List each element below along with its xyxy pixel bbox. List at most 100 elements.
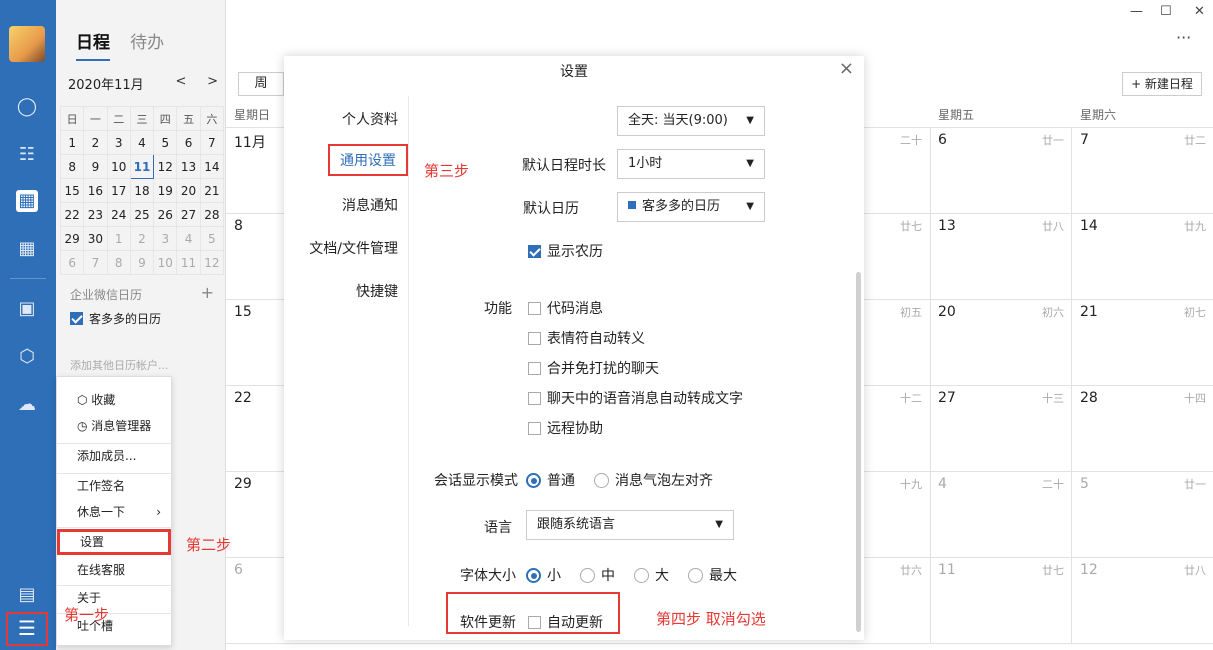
- week-view-button[interactable]: 周: [238, 72, 284, 96]
- menu-item-favorite[interactable]: ⬡ 收藏: [57, 387, 171, 413]
- show-lunar-option[interactable]: 显示农历: [528, 241, 603, 261]
- day-cell[interactable]: 1: [59, 130, 85, 155]
- default-calendar-select[interactable]: 客多多的日历 ▼: [617, 192, 765, 222]
- font-max-option[interactable]: 最大: [688, 565, 737, 585]
- day-cell[interactable]: 17: [106, 178, 131, 203]
- day-cell[interactable]: 6: [176, 130, 201, 155]
- feature-option[interactable]: 表情符自动转义: [528, 328, 645, 348]
- day-cell[interactable]: 28: [199, 202, 225, 227]
- menu-item-rest[interactable]: 休息一下 ›: [57, 499, 171, 525]
- doc-icon[interactable]: ▣: [16, 298, 38, 320]
- contacts-icon[interactable]: ☷: [16, 144, 38, 166]
- minimize-icon[interactable]: —: [1130, 4, 1143, 19]
- radio-button[interactable]: [526, 473, 541, 488]
- day-cell[interactable]: 9: [83, 154, 108, 179]
- day-cell[interactable]: 12: [199, 250, 225, 275]
- day-cell[interactable]: 10: [106, 154, 131, 179]
- add-calendar-icon[interactable]: +: [201, 285, 214, 301]
- avatar[interactable]: [9, 26, 45, 62]
- language-select[interactable]: 跟随系统语言 ▼: [526, 510, 734, 540]
- day-cell[interactable]: 22: [59, 202, 85, 227]
- feature-checkbox[interactable]: [528, 392, 541, 405]
- menu-item-settings[interactable]: 设置: [57, 529, 171, 555]
- cloud-icon[interactable]: ☁: [16, 394, 38, 416]
- day-cell[interactable]: 5: [153, 130, 178, 155]
- apps-icon[interactable]: ▦: [16, 238, 38, 260]
- calendar-icon[interactable]: ▦: [16, 190, 38, 212]
- new-event-button[interactable]: + 新建日程: [1122, 72, 1202, 96]
- feature-option[interactable]: 远程协助: [528, 418, 603, 438]
- menu-item-work-signature[interactable]: 工作签名: [57, 473, 171, 499]
- allday-select[interactable]: 全天: 当天(9:00) ▼: [617, 106, 765, 136]
- day-cell[interactable]: 10: [153, 250, 178, 275]
- menu-icon[interactable]: ☰: [6, 612, 48, 646]
- day-cell[interactable]: 24: [106, 202, 131, 227]
- display-left-option[interactable]: 消息气泡左对齐: [594, 470, 713, 490]
- day-cell[interactable]: 26: [153, 202, 178, 227]
- day-cell[interactable]: 4: [129, 130, 155, 155]
- day-cell[interactable]: 4: [176, 226, 201, 251]
- day-cell[interactable]: 11: [176, 250, 201, 275]
- day-cell[interactable]: 25: [129, 202, 155, 227]
- maximize-icon[interactable]: ☐: [1160, 4, 1172, 19]
- day-cell[interactable]: 21: [199, 178, 225, 203]
- next-month-button[interactable]: >: [207, 74, 218, 89]
- day-cell[interactable]: 8: [106, 250, 131, 275]
- day-cell[interactable]: 6: [59, 250, 85, 275]
- day-cell[interactable]: 14: [199, 154, 225, 179]
- day-cell[interactable]: 30: [83, 226, 108, 251]
- feature-option[interactable]: 聊天中的语音消息自动转成文字: [528, 388, 743, 408]
- feature-option[interactable]: 合并免打扰的聊天: [528, 358, 659, 378]
- day-cell[interactable]: 7: [199, 130, 225, 155]
- note-icon[interactable]: ▤: [16, 584, 38, 606]
- radio-button[interactable]: [688, 568, 703, 583]
- day-cell[interactable]: 1: [106, 226, 131, 251]
- day-cell[interactable]: 19: [153, 178, 178, 203]
- duration-select[interactable]: 1小时 ▼: [617, 149, 765, 179]
- calendar-entry[interactable]: 客多多的日历: [70, 310, 161, 327]
- close-icon[interactable]: ×: [839, 58, 854, 79]
- day-cell[interactable]: 2: [83, 130, 108, 155]
- nav-profile[interactable]: 个人资料: [342, 109, 398, 129]
- prev-month-button[interactable]: <: [176, 74, 187, 89]
- tab-todo[interactable]: 待办: [130, 33, 164, 53]
- feature-checkbox[interactable]: [528, 422, 541, 435]
- feature-option[interactable]: 代码消息: [528, 298, 603, 318]
- font-large-option[interactable]: 大: [634, 565, 669, 585]
- day-cell[interactable]: 12: [153, 154, 178, 179]
- day-cell-today[interactable]: 11: [129, 154, 155, 179]
- day-cell[interactable]: 18: [129, 178, 155, 203]
- day-cell[interactable]: 20: [176, 178, 201, 203]
- nav-files[interactable]: 文档/文件管理: [309, 238, 398, 258]
- nav-shortcuts[interactable]: 快捷键: [356, 281, 398, 301]
- close-icon[interactable]: ✕: [1194, 4, 1205, 19]
- tab-schedule[interactable]: 日程: [76, 33, 110, 61]
- add-other-account-link[interactable]: 添加其他日历帐户...: [70, 357, 169, 373]
- nav-notifications[interactable]: 消息通知: [342, 195, 398, 215]
- hexagon-icon[interactable]: ⬡: [16, 346, 38, 368]
- day-cell[interactable]: 27: [176, 202, 201, 227]
- scrollbar[interactable]: [856, 272, 861, 632]
- day-cell[interactable]: 13: [176, 154, 201, 179]
- day-cell[interactable]: 15: [59, 178, 85, 203]
- calendar-checkbox[interactable]: [70, 312, 83, 325]
- feature-checkbox[interactable]: [528, 362, 541, 375]
- day-cell[interactable]: 2: [129, 226, 155, 251]
- chat-icon[interactable]: ◯: [16, 96, 38, 118]
- font-small-option[interactable]: 小: [526, 565, 561, 585]
- menu-item-online-service[interactable]: 在线客服: [57, 557, 171, 583]
- feature-checkbox[interactable]: [528, 332, 541, 345]
- radio-button[interactable]: [580, 568, 595, 583]
- day-cell[interactable]: 3: [153, 226, 178, 251]
- show-lunar-checkbox[interactable]: [528, 245, 541, 258]
- day-cell[interactable]: 7: [83, 250, 108, 275]
- day-cell[interactable]: 8: [59, 154, 85, 179]
- menu-item-message-manager[interactable]: ◷ 消息管理器: [57, 413, 171, 439]
- font-medium-option[interactable]: 中: [580, 565, 615, 585]
- menu-item-add-member[interactable]: 添加成员...: [57, 443, 171, 469]
- day-cell[interactable]: 9: [129, 250, 155, 275]
- feature-checkbox[interactable]: [528, 302, 541, 315]
- day-cell[interactable]: 16: [83, 178, 108, 203]
- radio-button[interactable]: [594, 473, 609, 488]
- radio-button[interactable]: [526, 568, 541, 583]
